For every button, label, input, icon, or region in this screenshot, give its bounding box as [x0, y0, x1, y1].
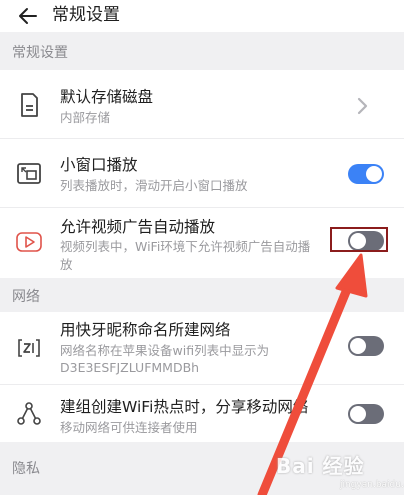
row-subtitle: 内部存储	[60, 110, 111, 125]
row-subtitle: 视频列表中，WiFi环境下允许视频广告自动播	[60, 239, 311, 254]
setting-row-default-storage[interactable]: 默认存储磁盘 内部存储	[0, 70, 404, 138]
section-header-network: 网络	[0, 278, 404, 312]
page-title: 常规设置	[52, 5, 120, 25]
highlight-box	[330, 227, 388, 252]
section-header-general: 常规设置	[0, 32, 404, 70]
sd-card-icon	[21, 93, 38, 117]
toggle-knob	[366, 166, 382, 182]
row-title: 用快牙昵称命名所建网络	[60, 321, 231, 339]
pip-toggle[interactable]	[348, 164, 384, 184]
network-naming-toggle[interactable]	[348, 336, 384, 356]
pip-icon	[17, 163, 41, 184]
row-subtitle-cont: D3E3ESFJZLUFMMDBh	[60, 360, 200, 375]
setting-row-network-naming[interactable]: 用快牙昵称命名所建网络 网络名称在苹果设备wifi列表中显示为 D3E3ESFJ…	[0, 312, 404, 384]
row-subtitle: 移动网络可供连接者使用	[60, 420, 198, 435]
row-title: 默认存储磁盘	[60, 88, 154, 106]
setting-row-pip[interactable]: 小窗口播放 列表播放时，滑动开启小窗口播放	[0, 139, 404, 207]
watermark-url: jingyan.baidu.com	[340, 480, 404, 490]
back-arrow-icon[interactable]	[16, 3, 42, 29]
toggle-knob	[350, 338, 366, 354]
zapya-icon	[18, 339, 40, 357]
play-icon	[16, 232, 42, 252]
section-label: 网络	[12, 289, 40, 305]
row-title: 建组创建WiFi热点时，分享移动网络	[60, 398, 309, 416]
row-title: 小窗口播放	[60, 156, 138, 174]
section-label: 常规设置	[12, 45, 68, 61]
section-label: 隐私	[12, 461, 40, 477]
setting-row-hotspot-share[interactable]: 建组创建WiFi热点时，分享移动网络 移动网络可供连接者使用	[0, 385, 404, 442]
row-subtitle: 网络名称在苹果设备wifi列表中显示为	[60, 343, 270, 358]
toggle-knob	[350, 406, 366, 422]
row-title: 允许视频广告自动播放	[60, 218, 216, 236]
row-subtitle: 列表播放时，滑动开启小窗口播放	[60, 178, 248, 193]
row-subtitle-cont: 放	[60, 257, 73, 272]
chevron-right-icon	[357, 97, 368, 115]
top-bar: 常规设置	[0, 0, 404, 32]
hotspot-share-toggle[interactable]	[348, 404, 384, 424]
watermark-logo: Bai 经验	[276, 454, 365, 478]
share-icon	[17, 402, 41, 425]
